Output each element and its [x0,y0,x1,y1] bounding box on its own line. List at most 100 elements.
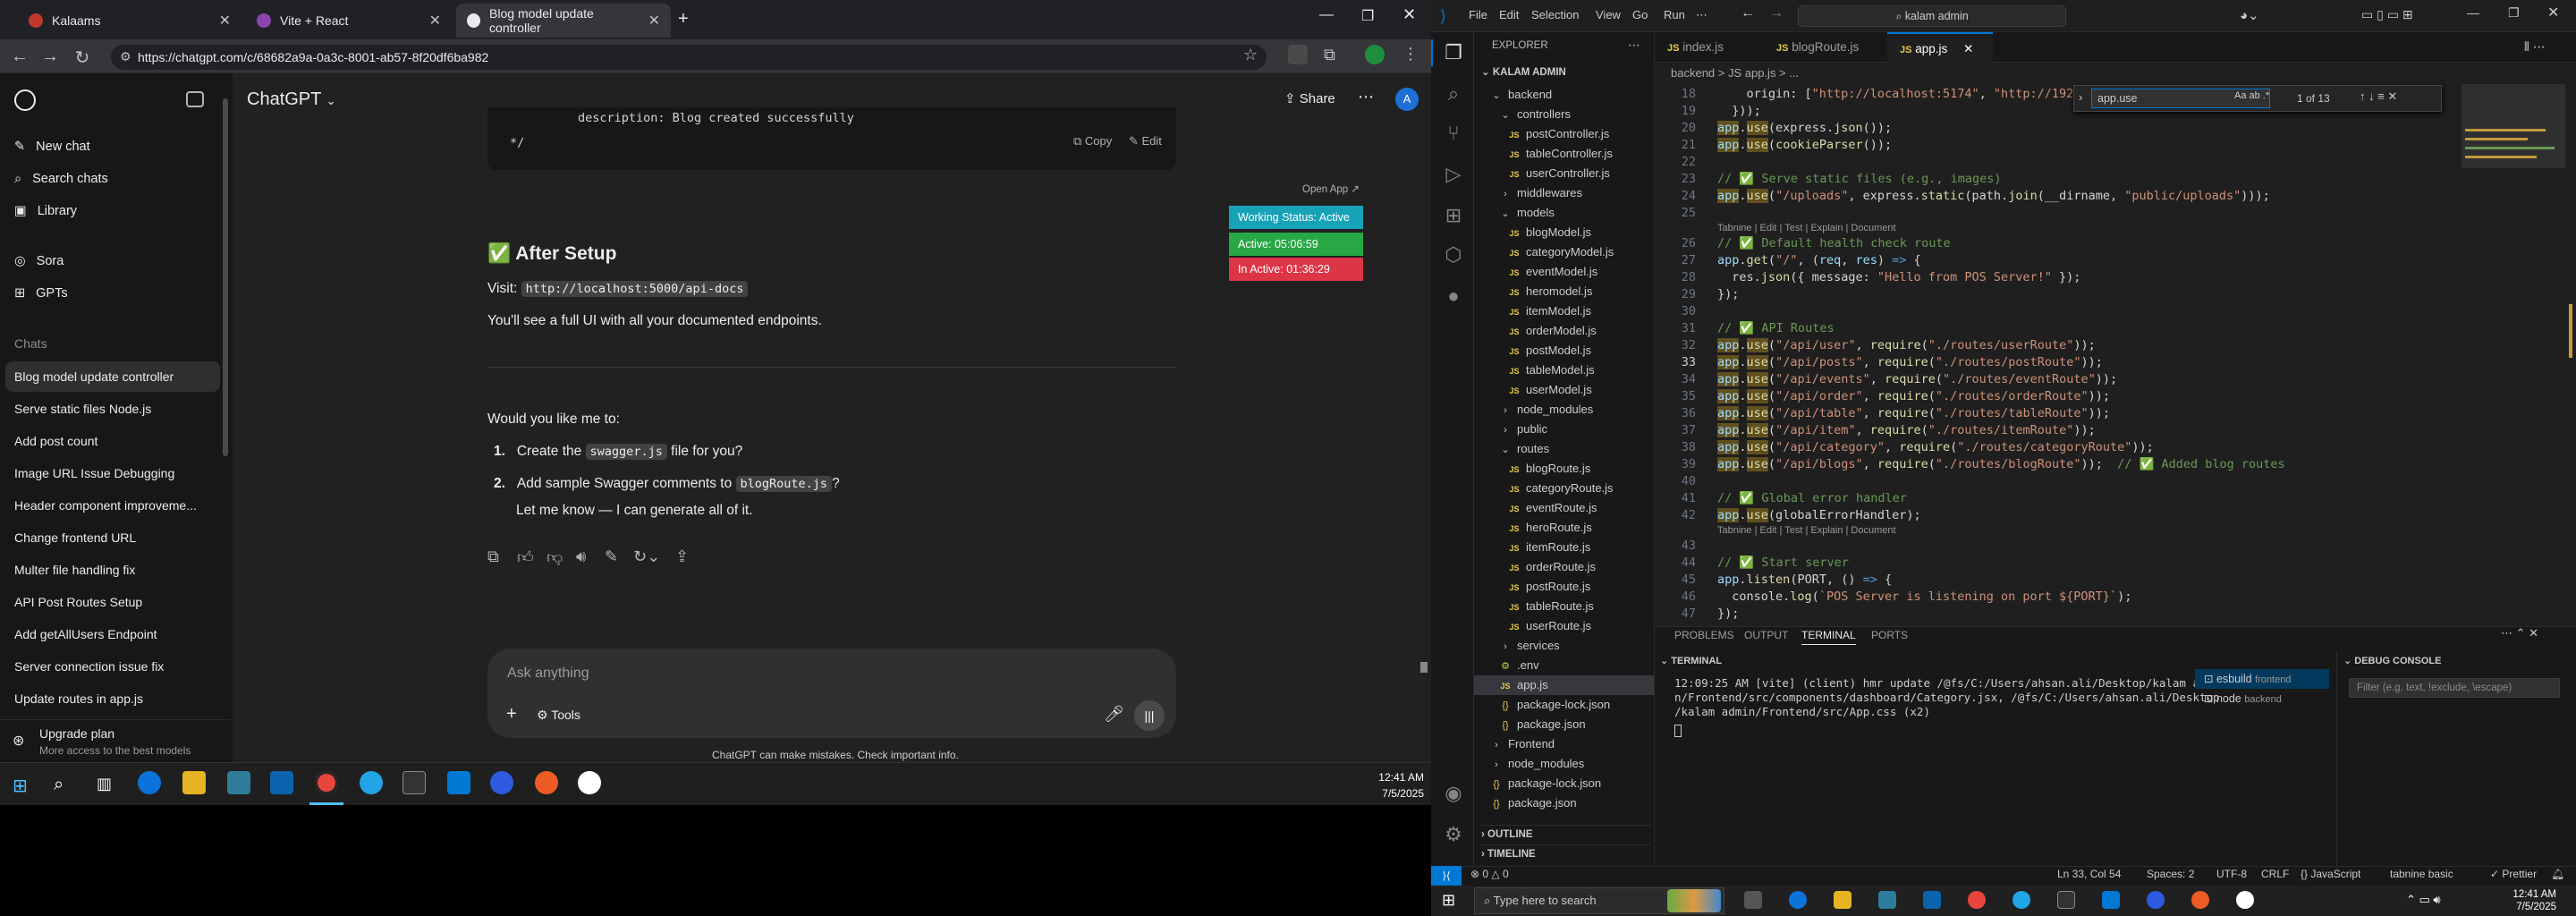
thumbs-up-icon[interactable]: 👍︎ [517,547,534,567]
tree-folder[interactable]: › public [1499,420,1547,439]
profile-avatar[interactable] [1365,45,1385,64]
tree-folder[interactable]: ⌄ routes [1499,439,1549,459]
close-tab-icon[interactable]: ✕ [429,12,441,30]
nav-forward-icon[interactable]: → [1769,5,1784,21]
file-explorer-icon[interactable] [182,771,206,794]
chat-history-item[interactable]: Blog model update controller [5,361,220,392]
tree-file[interactable]: JS categoryModel.js [1508,242,1614,262]
tree-file[interactable]: JS eventModel.js [1508,262,1597,282]
tree-file[interactable]: {} package.json [1499,715,1585,734]
notifications-icon[interactable]: 🔔︎ [2551,868,2564,880]
breadcrumb[interactable]: backend > JS app.js > ... [1655,63,2576,84]
tree-folder[interactable]: ⌄ controllers [1499,105,1571,124]
explorer-icon[interactable]: ❐ [1442,41,1465,64]
menu-edit[interactable]: Edit [1499,8,1519,21]
share-response-icon[interactable]: ⇪ [675,547,689,566]
vs-maximize-icon[interactable]: ❐ [2508,5,2520,21]
sidebar-item-new-chat[interactable]: ✎ New chat [0,132,224,161]
chat-history-item[interactable]: Multer file handling fix [0,555,224,585]
tree-file[interactable]: JS itemModel.js [1508,301,1590,321]
tree-file[interactable]: JS orderModel.js [1508,321,1596,341]
composer[interactable] [487,649,1176,738]
sidebar-item-library[interactable]: ▣ Library [0,197,224,225]
chat-history-item[interactable]: Add getAllUsers Endpoint [0,619,224,649]
edge-icon[interactable] [1789,891,1807,909]
forward-icon[interactable]: → [39,47,61,67]
tabnine-status[interactable]: tabnine basic [2390,868,2453,880]
extensions-icon[interactable]: ⊞ [1442,204,1465,227]
split-editor-icon[interactable]: ⫴ ⋯ [2524,39,2546,55]
close-tab-icon[interactable]: ✕ [648,12,660,30]
tree-file[interactable]: JS categoryRoute.js [1508,479,1613,498]
tree-file[interactable]: JS tableRoute.js [1508,597,1593,616]
vscode-icon[interactable] [2102,891,2120,909]
panel-tab-ports[interactable]: PORTS [1871,629,1908,641]
tree-file[interactable]: JS orderRoute.js [1508,557,1596,577]
edit-code-button[interactable]: ✎ Edit [1129,134,1162,148]
site-info-icon[interactable]: ⚙ [120,49,131,64]
zoom-icon[interactable] [490,771,513,794]
indentation[interactable]: Spaces: 2 [2147,868,2194,880]
editor-tab-blogroute[interactable]: JS blogRoute.js [1764,32,1887,63]
search-icon[interactable]: ⌕ [1442,82,1465,106]
zoom-icon[interactable] [2147,891,2165,909]
encoding[interactable]: UTF-8 [2216,868,2247,880]
account-icon[interactable]: ◉ [1442,782,1465,805]
reload-icon[interactable]: ↻ [72,47,93,69]
menu-view[interactable]: View [1596,8,1621,21]
github-desktop-icon[interactable] [2236,891,2254,909]
tree-folder[interactable]: ⌄ models [1499,203,1555,223]
browser-tab-1[interactable]: Kalaams ✕ [18,4,242,38]
tree-file[interactable]: {} package-lock.json [1499,695,1610,715]
chat-history-item[interactable]: Update routes in app.js [0,683,224,714]
run-debug-icon[interactable]: ▷ [1442,163,1465,186]
panel-split[interactable] [2336,651,2337,866]
share-button[interactable]: ⇪ Share [1284,90,1335,106]
sidebar-toggle-icon[interactable] [186,91,204,107]
mail-icon[interactable] [1923,891,1941,909]
back-icon[interactable]: ← [9,47,30,67]
bookmark-star-icon[interactable]: ☆ [1243,46,1258,64]
panel-actions-icons[interactable]: ⋯ ⌃ ✕ [2501,626,2538,640]
menu-run[interactable]: Run [1664,8,1685,21]
chat-history-item[interactable]: Server connection issue fix [0,651,224,682]
drop-icon[interactable]: ● [1442,284,1465,308]
find-nav-icons[interactable]: ↑ ↓ ≡ ✕ [2360,89,2397,104]
regenerate-icon[interactable]: ↻⌄ [633,547,660,566]
debug-filter-input[interactable]: Filter (e.g. text, !exclude, \escape) [2349,678,2560,698]
chrome-icon[interactable] [315,771,338,794]
tree-file[interactable]: JS tableModel.js [1508,360,1594,380]
new-tab-icon[interactable]: + [678,9,689,30]
tree-folder[interactable]: › node_modules [1499,400,1593,420]
chrome-menu-icon[interactable]: ⋮ [1402,45,1419,64]
more-options-icon[interactable]: ⋯ [1358,88,1374,106]
vs-close-icon[interactable]: ✕ [2547,4,2559,21]
copy-code-button[interactable]: ⧉ Copy [1073,134,1112,148]
extensions-puzzle-icon[interactable]: ⧉ [1324,46,1335,64]
terminal-section-header[interactable]: ⌄ TERMINAL [1660,655,1722,666]
store-icon[interactable] [227,771,250,794]
windows-start-icon[interactable]: ⊞ [13,775,28,797]
url-input[interactable]: https://chatgpt.com/c/68682a9a-0a3c-8001… [111,45,1267,70]
eol[interactable]: CRLF [2261,868,2289,880]
thumbs-down-icon[interactable]: 👎︎ [547,547,563,567]
codelens[interactable]: Tabnine | Edit | Test | Explain | Docume… [1717,524,1896,538]
source-control-icon[interactable]: ⑂ [1442,122,1465,145]
workspace-root[interactable]: ⌄ KALAM ADMIN [1481,65,1566,78]
task-view-icon[interactable]: ▥ [97,775,112,793]
cursor-position[interactable]: Ln 33, Col 54 [2057,868,2121,880]
windows-start-icon[interactable]: ⊞ [1442,891,1455,910]
panel-tab-terminal[interactable]: TERMINAL [1801,629,1856,645]
app-icon[interactable] [2012,891,2030,909]
tree-folder[interactable]: ⌄ backend [1490,85,1552,105]
debug-console-header[interactable]: ⌄ DEBUG CONSOLE [2343,655,2441,666]
model-selector[interactable]: ChatGPT ⌄ [247,89,335,110]
read-aloud-icon[interactable]: 🔊︎ [576,547,586,566]
toggle-replace-icon[interactable]: › [2079,90,2082,104]
tree-file[interactable]: {} package.json [1490,793,1576,813]
edge-icon[interactable] [138,771,161,794]
tree-file[interactable]: JS postModel.js [1508,341,1591,360]
tree-file[interactable]: JS eventRoute.js [1508,498,1597,518]
tree-file[interactable]: JS itemRoute.js [1508,538,1590,557]
browser-tab-3[interactable]: Blog model update controller ✕ [456,4,671,38]
